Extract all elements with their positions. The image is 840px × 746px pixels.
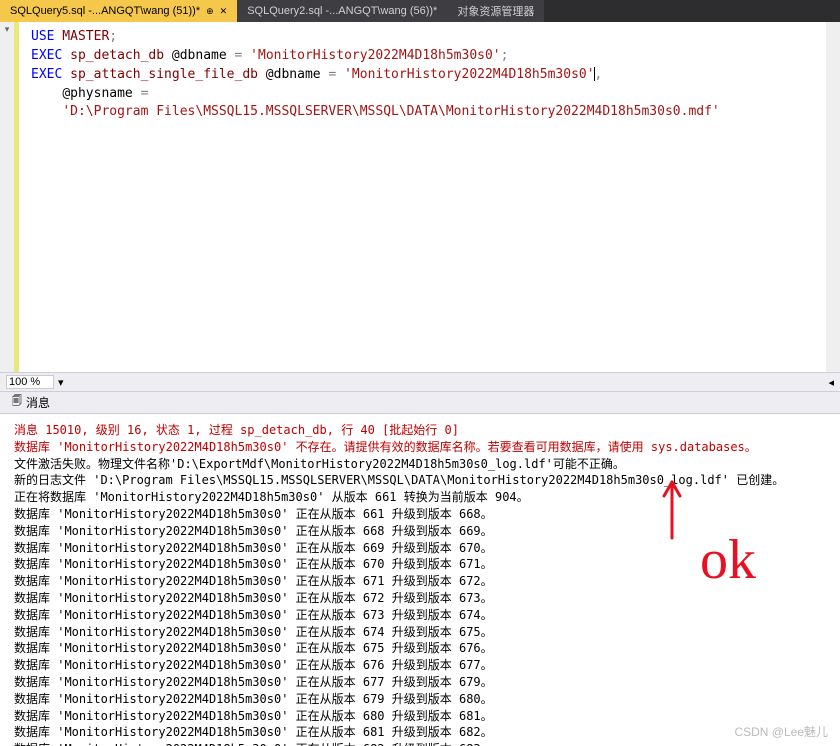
messages-tab-label: 消息 (26, 394, 50, 411)
document-tabs: SQLQuery5.sql -...ANGQT\wang (51))* ⊕ ✕ … (0, 0, 840, 22)
editor-zoom-bar: 100 % ▾ ◂ (0, 372, 840, 392)
scroll-left-icon[interactable]: ◂ (828, 376, 834, 389)
zoom-dropdown-icon[interactable]: ▾ (58, 376, 64, 389)
tab-object-explorer[interactable]: 对象资源管理器 (447, 0, 544, 22)
pin-icon[interactable]: ⊕ (206, 6, 214, 17)
messages-tab[interactable]: 🗐 消息 (4, 392, 58, 413)
tab-sqlquery5[interactable]: SQLQuery5.sql -...ANGQT\wang (51))* ⊕ ✕ (0, 0, 237, 22)
zoom-level-input[interactable]: 100 % (6, 375, 54, 389)
messages-output[interactable]: 消息 15010, 级别 16, 状态 1, 过程 sp_detach_db, … (0, 414, 840, 746)
sql-code-editor[interactable]: USE MASTER; EXEC sp_detach_db @dbname = … (14, 22, 826, 372)
tab-label: SQLQuery2.sql -...ANGQT\wang (56))* (247, 5, 437, 17)
sql-editor-area: ▾ USE MASTER; EXEC sp_detach_db @dbname … (0, 22, 840, 372)
message-line: 新的日志文件 'D:\Program Files\MSSQL15.MSSQLSE… (14, 473, 784, 487)
upgrade-lines: 数据库 'MonitorHistory2022M4D18h5m30s0' 正在从… (14, 507, 493, 746)
messages-icon: 🗐 (12, 394, 22, 411)
message-line: 正在将数据库 'MonitorHistory2022M4D18h5m30s0' … (14, 490, 529, 504)
close-icon[interactable]: ✕ (220, 6, 228, 17)
tab-label: 对象资源管理器 (457, 3, 534, 19)
vertical-scrollbar[interactable] (826, 22, 840, 372)
error-line: 数据库 'MonitorHistory2022M4D18h5m30s0' 不存在… (14, 440, 757, 454)
message-line: 文件激活失败。物理文件名称'D:\ExportMdf\MonitorHistor… (14, 457, 625, 471)
results-tabbar: 🗐 消息 (0, 392, 840, 414)
tab-sqlquery2[interactable]: SQLQuery2.sql -...ANGQT\wang (56))* (237, 0, 447, 22)
error-line: 消息 15010, 级别 16, 状态 1, 过程 sp_detach_db, … (14, 423, 459, 437)
tab-label: SQLQuery5.sql -...ANGQT\wang (51))* (10, 5, 200, 17)
editor-split-dropdown[interactable]: ▾ (0, 22, 14, 372)
